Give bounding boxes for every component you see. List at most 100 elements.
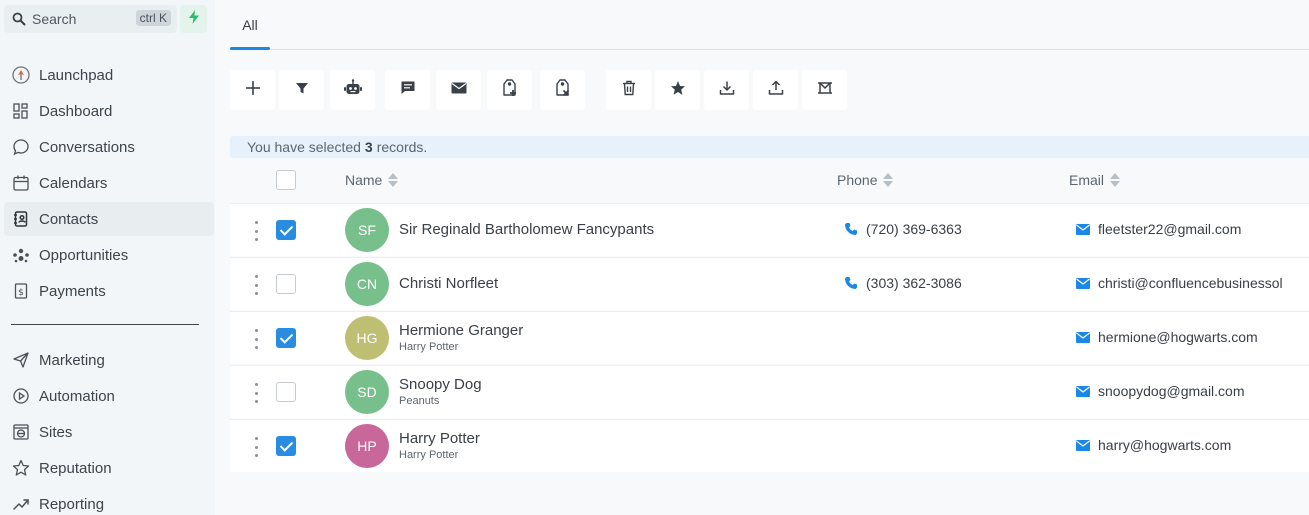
- sidebar-item-label: Conversations: [39, 138, 135, 156]
- sidebar-item-reporting[interactable]: Reporting: [4, 487, 214, 515]
- phone-number: (720) 369-6363: [866, 221, 962, 237]
- contact-name[interactable]: Hermione Granger: [399, 322, 523, 339]
- svg-text:$: $: [18, 288, 24, 298]
- row-checkbox[interactable]: [276, 328, 296, 348]
- column-header-name[interactable]: Name: [345, 172, 399, 188]
- export-button[interactable]: [753, 70, 798, 110]
- merge-button[interactable]: [802, 70, 847, 110]
- contact-company: Harry Potter: [399, 341, 459, 353]
- grid-icon: [11, 101, 31, 121]
- table-row[interactable]: SD Snoopy Dog Peanuts snoopydog@gmail.co…: [230, 365, 1309, 418]
- contact-company: Harry Potter: [399, 449, 459, 461]
- search-input[interactable]: Search ctrl K: [4, 5, 177, 33]
- phone-link[interactable]: (720) 369-6363: [844, 221, 962, 237]
- sort-icon: [388, 173, 399, 187]
- selection-prefix: You have selected: [247, 139, 361, 155]
- import-button[interactable]: [704, 70, 749, 110]
- row-checkbox[interactable]: [276, 274, 296, 294]
- sidebar-item-reputation[interactable]: Reputation: [4, 451, 214, 485]
- email-link[interactable]: snoopydog@gmail.com: [1076, 383, 1309, 399]
- row-checkbox[interactable]: [276, 382, 296, 402]
- table-row[interactable]: CN Christi Norfleet (303) 362-3086 chris…: [230, 257, 1309, 310]
- contact-book-icon: [11, 209, 31, 229]
- sidebar-item-launchpad[interactable]: Launchpad: [4, 58, 214, 92]
- table-row[interactable]: SF Sir Reginald Bartholomew Fancypants (…: [230, 203, 1309, 256]
- search-shortcut: ctrl K: [135, 10, 171, 26]
- tab-all[interactable]: All: [230, 0, 270, 50]
- sidebar-item-label: Marketing: [39, 351, 105, 369]
- avatar[interactable]: CN: [345, 262, 389, 306]
- send-email-button[interactable]: [436, 70, 481, 110]
- sidebar-item-automation[interactable]: Automation: [4, 379, 214, 413]
- email-link[interactable]: christi@confluencebusinessol: [1076, 275, 1309, 291]
- sidebar-item-opportunities[interactable]: Opportunities: [4, 238, 214, 272]
- phone-link[interactable]: (303) 362-3086: [844, 275, 962, 291]
- star-icon: [670, 80, 686, 101]
- email-link[interactable]: harry@hogwarts.com: [1076, 437, 1309, 453]
- phone-number: (303) 362-3086: [866, 275, 962, 291]
- add-to-workflow-button[interactable]: [330, 70, 375, 110]
- sidebar-item-conversations[interactable]: Conversations: [4, 130, 214, 164]
- review-request-button[interactable]: [655, 70, 700, 110]
- remove-tag-button[interactable]: [540, 70, 585, 110]
- avatar[interactable]: SD: [345, 370, 389, 414]
- row-menu-icon[interactable]: [252, 275, 260, 295]
- avatar[interactable]: HP: [345, 424, 389, 468]
- avatar[interactable]: HG: [345, 316, 389, 360]
- send-icon: [11, 350, 31, 370]
- table-row[interactable]: HP Harry Potter Harry Potter harry@hogwa…: [230, 419, 1309, 472]
- send-sms-button[interactable]: [385, 70, 430, 110]
- contact-name[interactable]: Snoopy Dog: [399, 376, 482, 393]
- filter-button[interactable]: [279, 70, 324, 110]
- tab-bar: All: [230, 0, 1309, 50]
- column-label: Phone: [837, 172, 878, 188]
- automation-icon: [11, 386, 31, 406]
- email-address: hermione@hogwarts.com: [1098, 329, 1258, 345]
- search-label: Search: [32, 11, 77, 27]
- avatar[interactable]: SF: [345, 208, 389, 252]
- select-all-checkbox[interactable]: [276, 170, 296, 190]
- contact-name[interactable]: Harry Potter: [399, 430, 480, 447]
- main-content: All You have selected 3 records. Name Ph…: [215, 0, 1309, 515]
- payment-icon: $: [11, 281, 31, 301]
- trash-icon: [622, 80, 636, 101]
- sidebar-item-sites[interactable]: Sites: [4, 415, 214, 449]
- row-menu-icon[interactable]: [252, 221, 260, 241]
- message-icon: [400, 80, 416, 101]
- sidebar-item-marketing[interactable]: Marketing: [4, 343, 214, 377]
- row-menu-icon[interactable]: [252, 437, 260, 457]
- add-tag-button[interactable]: [487, 70, 532, 110]
- row-menu-icon[interactable]: [252, 383, 260, 403]
- contact-name[interactable]: Christi Norfleet: [399, 275, 498, 292]
- envelope-icon: [1076, 439, 1090, 451]
- email-address: harry@hogwarts.com: [1098, 437, 1232, 453]
- envelope-icon: [1076, 277, 1090, 289]
- quick-action-button[interactable]: [180, 5, 207, 33]
- column-header-phone[interactable]: Phone: [837, 172, 894, 188]
- table-row[interactable]: HG Hermione Granger Harry Potter hermion…: [230, 311, 1309, 364]
- row-checkbox[interactable]: [276, 436, 296, 456]
- sidebar-item-calendars[interactable]: Calendars: [4, 166, 214, 200]
- email-address: snoopydog@gmail.com: [1098, 383, 1245, 399]
- sidebar-item-dashboard[interactable]: Dashboard: [4, 94, 214, 128]
- selection-suffix: records.: [376, 139, 428, 155]
- row-menu-icon[interactable]: [252, 329, 260, 349]
- sidebar-item-label: Reputation: [39, 459, 112, 477]
- upload-icon: [768, 80, 784, 101]
- delete-button[interactable]: [606, 70, 651, 110]
- email-link[interactable]: fleetster22@gmail.com: [1076, 221, 1309, 237]
- sidebar-item-contacts[interactable]: Contacts: [4, 202, 214, 236]
- envelope-icon: [1076, 223, 1090, 235]
- sidebar-item-label: Dashboard: [39, 102, 113, 120]
- selection-banner: You have selected 3 records.: [230, 136, 1309, 158]
- envelope-icon: [1076, 331, 1090, 343]
- sidebar-item-payments[interactable]: $ Payments: [4, 274, 214, 308]
- email-link[interactable]: hermione@hogwarts.com: [1076, 329, 1309, 345]
- envelope-icon: [1076, 385, 1090, 397]
- add-contact-button[interactable]: [230, 70, 275, 110]
- sidebar-item-label: Payments: [39, 282, 106, 300]
- column-header-email[interactable]: Email: [1069, 172, 1121, 188]
- row-checkbox[interactable]: [276, 220, 296, 240]
- contact-name[interactable]: Sir Reginald Bartholomew Fancypants: [399, 221, 654, 238]
- lightning-icon: [188, 9, 200, 29]
